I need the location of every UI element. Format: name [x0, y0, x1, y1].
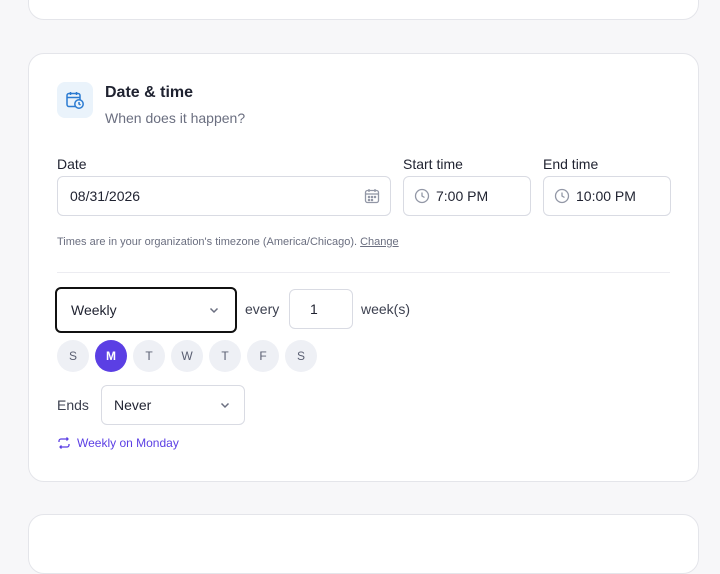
date-input[interactable]: 08/31/2026 — [57, 176, 391, 216]
chevron-down-icon — [218, 398, 232, 412]
clock-icon — [414, 188, 430, 204]
timezone-note-text: Times are in your organization's timezon… — [57, 236, 358, 248]
next-section-card — [28, 514, 699, 574]
ends-value: Never — [114, 397, 152, 413]
clock-icon — [554, 188, 570, 204]
recurrence-summary-text: Weekly on Monday — [77, 436, 179, 450]
date-label: Date — [57, 156, 87, 172]
section-subtitle: When does it happen? — [105, 110, 246, 126]
repeat-icon — [57, 436, 71, 450]
section-title: Date & time — [105, 84, 194, 101]
start-time-input[interactable]: 7:00 PM — [403, 176, 531, 216]
interval-unit-label: week(s) — [361, 301, 411, 317]
end-time-value: 10:00 PM — [576, 188, 636, 204]
day-sunday[interactable]: S — [57, 340, 89, 372]
every-label: every — [245, 301, 280, 317]
day-saturday[interactable]: S — [285, 340, 317, 372]
day-tuesday[interactable]: T — [133, 340, 165, 372]
change-timezone-link[interactable]: Change — [360, 236, 399, 248]
frequency-select[interactable]: Weekly — [55, 287, 237, 333]
frequency-value: Weekly — [71, 302, 117, 318]
chevron-down-icon — [207, 303, 221, 317]
calendar-clock-icon — [57, 82, 93, 118]
calendar-icon[interactable] — [364, 188, 380, 204]
weekday-picker: S M T W T F S — [57, 340, 317, 372]
day-wednesday[interactable]: W — [171, 340, 203, 372]
day-thursday[interactable]: T — [209, 340, 241, 372]
end-time-input[interactable]: 10:00 PM — [543, 176, 671, 216]
ends-select[interactable]: Never — [101, 385, 245, 425]
previous-section-card — [28, 0, 699, 20]
end-time-label: End time — [543, 156, 599, 172]
date-value: 08/31/2026 — [70, 188, 141, 204]
start-time-value: 7:00 PM — [436, 188, 489, 204]
start-time-label: Start time — [403, 156, 463, 172]
timezone-note: Times are in your organization's timezon… — [57, 236, 399, 248]
recurrence-summary: Weekly on Monday — [57, 436, 179, 450]
divider — [57, 272, 670, 273]
day-monday[interactable]: M — [95, 340, 127, 372]
date-time-section: Date & time When does it happen? Date 08… — [28, 53, 699, 482]
ends-label: Ends — [57, 397, 89, 413]
day-friday[interactable]: F — [247, 340, 279, 372]
interval-input[interactable]: 1 — [289, 289, 353, 329]
